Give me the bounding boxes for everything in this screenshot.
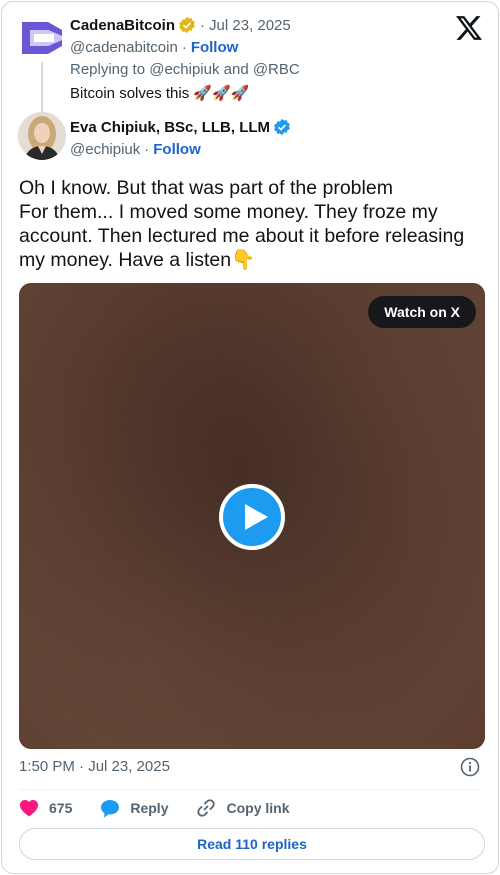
video-player[interactable]: Watch on X bbox=[19, 283, 485, 749]
eva-chipiuk-avatar[interactable] bbox=[18, 112, 66, 160]
info-icon[interactable] bbox=[460, 757, 480, 777]
parent-follow-link[interactable]: Follow bbox=[191, 39, 239, 56]
copy-link-label: Copy link bbox=[226, 800, 290, 816]
parent-date[interactable]: Jul 23, 2025 bbox=[209, 17, 291, 34]
link-icon bbox=[197, 799, 216, 817]
rocket-emoji: 🚀🚀🚀 bbox=[193, 85, 250, 102]
tweet-timestamp[interactable]: 1:50 PM · Jul 23, 2025 bbox=[19, 758, 170, 775]
x-logo-icon[interactable] bbox=[456, 16, 482, 40]
watch-on-x-button[interactable]: Watch on X bbox=[368, 296, 476, 328]
divider bbox=[19, 789, 481, 790]
author-name[interactable]: Eva Chipiuk, BSc, LLB, LLM bbox=[70, 119, 270, 136]
parent-author-name[interactable]: CadenaBitcoin bbox=[70, 17, 175, 34]
blue-verified-badge-icon bbox=[274, 118, 290, 136]
reply-action[interactable]: Reply bbox=[100, 799, 168, 818]
cadenabitcoin-avatar[interactable] bbox=[18, 18, 66, 58]
read-replies-button[interactable]: Read 110 replies bbox=[19, 828, 485, 860]
like-count: 675 bbox=[49, 800, 73, 816]
reply-bubble-icon bbox=[101, 799, 120, 817]
heart-icon bbox=[20, 800, 38, 817]
gold-verified-badge-icon bbox=[179, 16, 195, 34]
parent-handle[interactable]: @cadenabitcoin bbox=[70, 39, 178, 56]
embedded-tweet-card: CadenaBitcoin · Jul 23, 2025 @cadenabitc… bbox=[1, 1, 499, 874]
tweet-author[interactable]: Eva Chipiuk, BSc, LLB, LLM @echipiuk · F… bbox=[18, 112, 482, 164]
copy-link-action[interactable]: Copy link bbox=[196, 798, 290, 818]
play-button[interactable] bbox=[219, 484, 285, 550]
replying-to-text[interactable]: Replying to @echipiuk and @RBC bbox=[70, 61, 300, 78]
thread-line bbox=[41, 62, 43, 112]
parent-tweet-text: Bitcoin solves this bbox=[70, 85, 190, 102]
tweet-text-line: Oh I know. But that was part of the prob… bbox=[19, 177, 393, 199]
like-action[interactable]: 675 bbox=[19, 799, 72, 817]
author-handle[interactable]: @echipiuk bbox=[70, 141, 140, 158]
parent-separator: · bbox=[200, 16, 206, 34]
tweet-text-line: account. Then lectured me about it befor… bbox=[19, 225, 465, 247]
tweet-text-line: For them... I moved some money. They fro… bbox=[19, 201, 438, 223]
reply-label: Reply bbox=[130, 800, 169, 816]
author-follow-link[interactable]: Follow bbox=[153, 141, 201, 158]
tweet-text-line: my money. Have a listen👇 bbox=[19, 249, 256, 271]
tweet-text: Oh I know. But that was part of the prob… bbox=[19, 176, 485, 272]
tweet-actions: 675 Reply Copy link bbox=[19, 797, 318, 819]
play-icon bbox=[245, 504, 268, 530]
